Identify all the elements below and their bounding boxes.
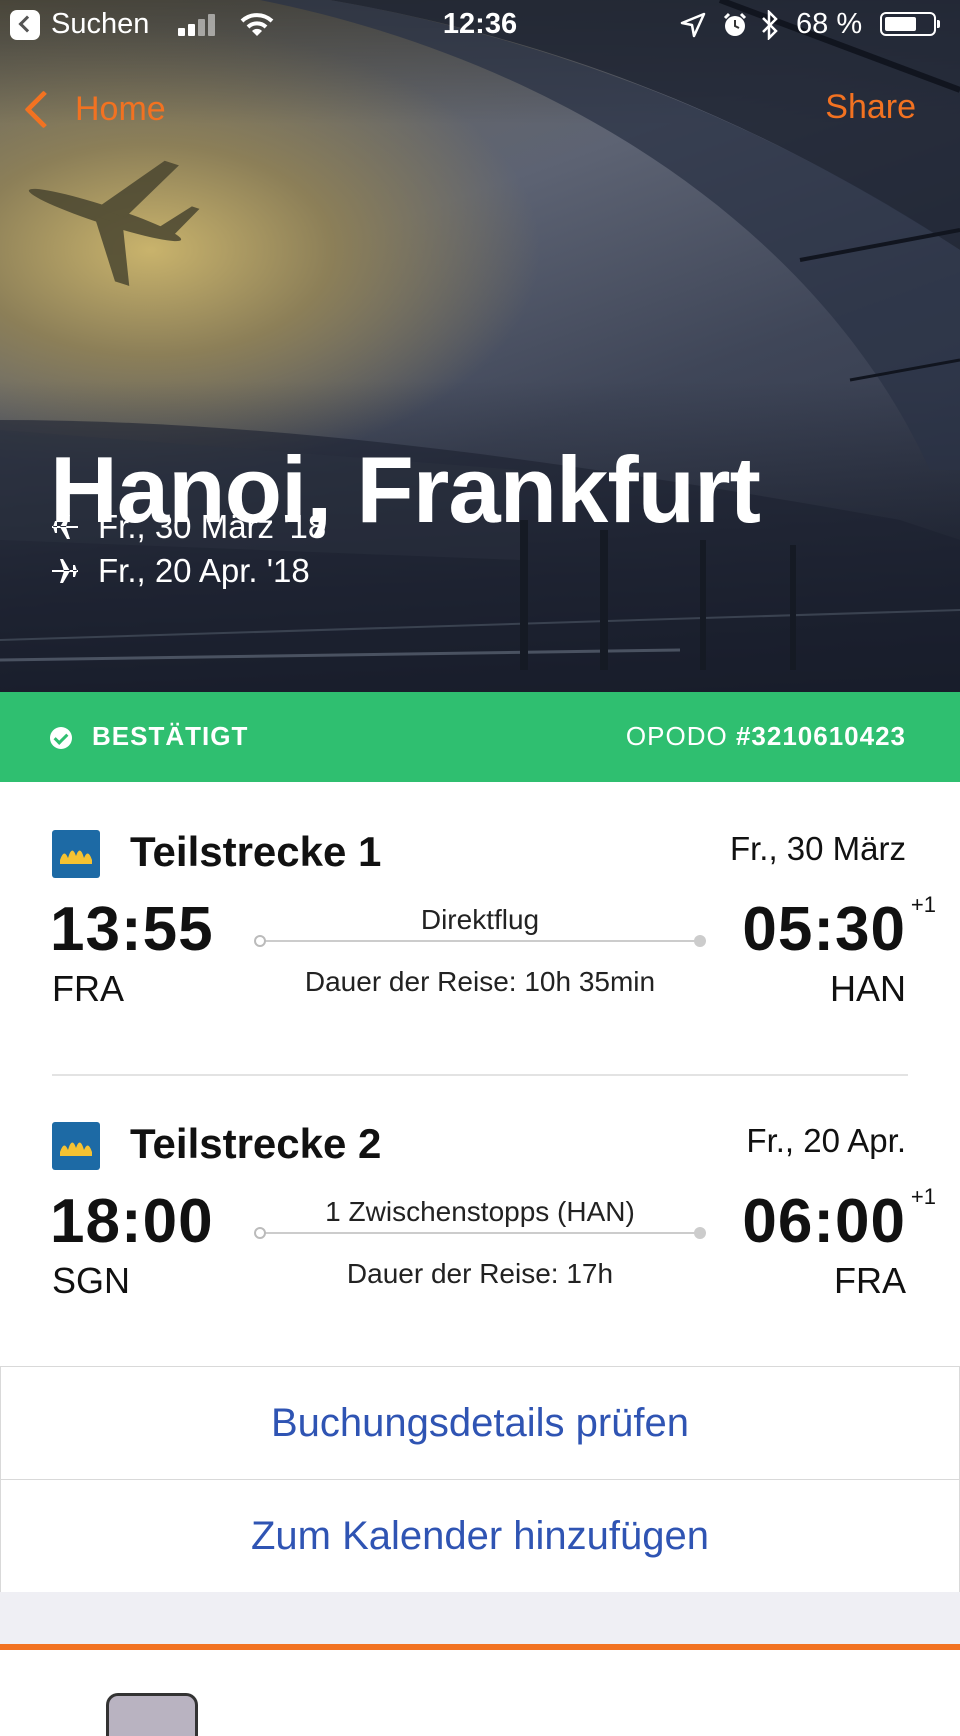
section-spacer [0,1592,960,1644]
share-button[interactable]: Share [825,88,916,127]
airline-logo-icon [52,1122,100,1170]
leg-date: Fr., 20 Apr. [746,1122,906,1159]
bluetooth-icon [762,10,778,40]
booking-status-bar: BESTÄTIGT OPODO #3210610423 [0,692,960,782]
stops-info: 1 Zwischenstopps (HAN) [325,1196,635,1227]
return-date-row: Fr., 20 Apr. '18 [50,552,310,590]
chevron-left-icon [24,89,63,129]
booking-ref-number: #3210610423 [735,721,906,751]
departure-time: 13:55 [50,895,214,964]
home-back-button[interactable]: Home [20,82,166,136]
battery-percent: 68 % [796,8,863,40]
outbound-date: Fr., 30 März '18 [98,508,327,545]
flight-leg-1[interactable]: Teilstrecke 1 Fr., 30 März 13:55 FRA Dir… [0,782,960,1012]
stops-info: Direktflug [420,904,540,935]
plane-return-icon [52,559,78,583]
leg-date: Fr., 30 März [729,830,906,867]
plane-departure-icon [52,515,78,539]
alarm-icon [723,12,747,36]
booking-status: BESTÄTIGT [92,721,249,751]
departure-airport: SGN [52,1260,131,1301]
arrival-airport: HAN [829,968,906,1009]
duration-info: Dauer der Reise: 17h [346,1258,614,1289]
hero-image: Suchen 12:36 68 % Home Share Hanoi, Fran… [0,0,960,692]
route-line [254,935,706,947]
battery-icon [880,12,940,36]
departure-time: 18:00 [50,1187,214,1256]
leg-title: Teilstrecke 2 [130,1120,382,1167]
arrival-time: 05:30 [742,895,906,964]
suitcase-icon [106,1693,198,1736]
booking-ref-prefix: OPODO [625,721,736,751]
outbound-date-row: Fr., 30 März '18 [50,508,326,546]
location-icon [680,12,706,38]
arrival-time: 06:00 [742,1187,906,1256]
leg-title: Teilstrecke 1 [130,828,382,875]
status-bar: Suchen 12:36 68 % [0,0,960,50]
arrival-airport: FRA [834,1260,906,1301]
departure-airport: FRA [52,968,124,1009]
booking-details-button[interactable]: Buchungsdetails prüfen [0,1366,960,1480]
route-line [254,1227,706,1239]
day-offset: +1 [910,892,936,917]
duration-info: Dauer der Reise: 10h 35min [304,966,656,997]
day-offset: +1 [910,1184,936,1209]
add-to-calendar-button[interactable]: Zum Kalender hinzufügen [0,1479,960,1593]
check-circle-icon [50,727,72,749]
return-date: Fr., 20 Apr. '18 [98,552,310,589]
flight-leg-2[interactable]: Teilstrecke 2 Fr., 20 Apr. 18:00 SGN 1 Z… [0,1074,960,1304]
accent-divider [0,1644,960,1650]
back-label: Home [75,89,166,128]
booking-reference: OPODO #3210610423 [626,721,906,752]
airline-logo-icon [52,830,100,878]
